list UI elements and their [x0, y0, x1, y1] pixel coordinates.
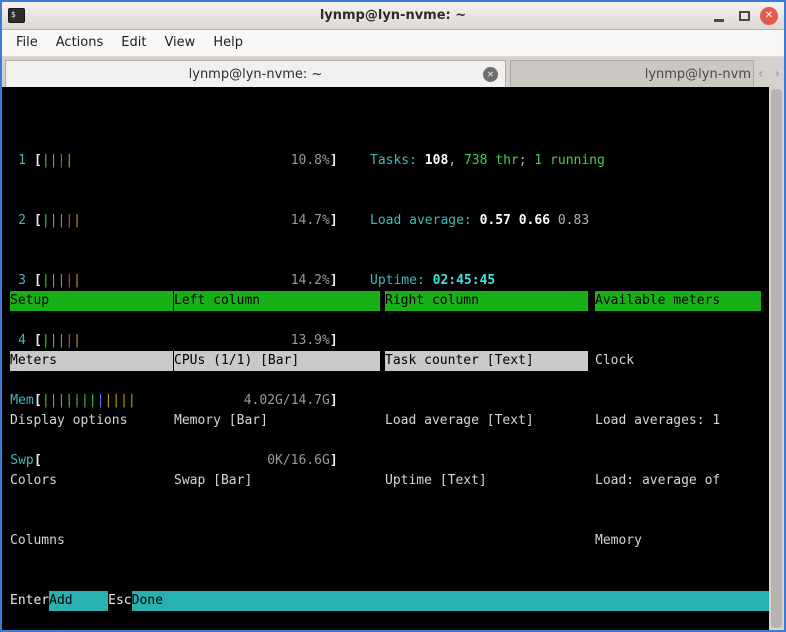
tab-scroll-right-icon[interactable]: › — [774, 66, 780, 82]
scrollbar-thumb[interactable] — [771, 89, 782, 628]
cpu-meter-1: 1[|||| 10.8%] — [10, 151, 338, 171]
available-meter-item[interactable]: Load averages: 1 — [595, 411, 761, 431]
meter-bars: ||||| — [42, 211, 81, 231]
panel-available-meters-header: Available meters — [595, 291, 761, 311]
tab-inactive[interactable]: lynmp@lyn-nvm — [510, 60, 754, 87]
meter-bars: |||| — [42, 151, 73, 171]
menu-help[interactable]: Help — [204, 30, 252, 56]
meter-bracket-close: ] — [330, 211, 338, 231]
terminal-screen[interactable]: 1[||||10.8%] 2[|||||14.7%] 3[|||||14.2%]… — [2, 87, 784, 630]
menu-edit[interactable]: Edit — [112, 30, 155, 56]
available-meter-item[interactable]: Load: average of — [595, 471, 761, 491]
cpu-meter-2: 2[||||| 14.7%] — [10, 211, 338, 231]
panel-right-column-header: Right column — [385, 291, 588, 311]
meter-bracket-close: ] — [330, 151, 338, 171]
left-column-item[interactable]: Memory [Bar] — [174, 411, 380, 431]
right-column-item[interactable]: Load average [Text] — [385, 411, 588, 431]
left-column-item[interactable]: CPUs (1/1) [Bar] — [174, 351, 380, 371]
titlebar[interactable]: $ lynmp@lyn-nvme: ~ ✕ — [2, 2, 784, 30]
tasks-line: Tasks: 108, 738 thr; 1 running — [370, 151, 605, 171]
panel-setup: Setup Meters Display options Colors Colu… — [10, 251, 173, 591]
terminal-window: $ lynmp@lyn-nvme: ~ ✕ File Actions Edit … — [0, 0, 786, 632]
terminal-app-icon-glyph: $ — [11, 10, 16, 19]
panel-left-column: Left column CPUs (1/1) [Bar] Memory [Bar… — [174, 251, 380, 531]
enter-key[interactable]: Enter — [10, 591, 49, 611]
esc-key[interactable]: Esc — [108, 591, 131, 611]
minimize-icon — [714, 19, 724, 22]
terminal-app-icon: $ — [8, 8, 25, 23]
menu-file[interactable]: File — [7, 30, 47, 56]
add-action[interactable]: Add — [49, 591, 108, 611]
window-title: lynmp@lyn-nvme: ~ — [2, 2, 784, 30]
menubar: File Actions Edit View Help — [2, 30, 784, 57]
maximize-icon — [739, 11, 750, 21]
menu-actions[interactable]: Actions — [47, 30, 113, 56]
tab-active[interactable]: lynmp@lyn-nvme: ~ ✕ — [5, 60, 506, 87]
done-action[interactable]: Done — [132, 591, 769, 611]
meter-label: 2 — [10, 211, 34, 231]
panel-left-column-header: Left column — [174, 291, 380, 311]
meter-value: 10.8% — [291, 151, 330, 171]
setup-item-columns[interactable]: Columns — [10, 531, 173, 551]
minimize-button[interactable] — [710, 7, 728, 25]
tab-close-button[interactable]: ✕ — [483, 67, 498, 82]
load-average-line: Load average: 0.57 0.66 0.83 — [370, 211, 605, 231]
tab-active-label: lynmp@lyn-nvme: ~ — [189, 67, 323, 82]
meter-bracket-open: [ — [34, 151, 42, 171]
tab-close-icon: ✕ — [487, 70, 494, 79]
function-bar: Enter Add Esc Done — [10, 591, 769, 611]
tab-scroll-arrows: ‹ › — [754, 60, 784, 87]
panel-setup-header: Setup — [10, 291, 173, 311]
setup-item-display-options[interactable]: Display options — [10, 411, 173, 431]
tabbar: lynmp@lyn-nvme: ~ ✕ lynmp@lyn-nvm ‹ › — [2, 57, 784, 87]
right-column-item[interactable]: Task counter [Text] — [385, 351, 588, 371]
meter-label: 1 — [10, 151, 34, 171]
panel-right-column: Right column Task counter [Text] Load av… — [385, 251, 588, 531]
right-column-item[interactable]: Uptime [Text] — [385, 471, 588, 491]
available-meter-item[interactable]: Clock — [595, 351, 761, 371]
panel-available-meters: Available meters Clock Load averages: 1 … — [595, 251, 761, 630]
close-icon: ✕ — [765, 10, 773, 21]
maximize-button[interactable] — [735, 7, 753, 25]
setup-item-colors[interactable]: Colors — [10, 471, 173, 491]
tab-scroll-left-icon[interactable]: ‹ — [758, 66, 764, 82]
tab-inactive-label: lynmp@lyn-nvm — [645, 67, 751, 82]
titlebar-buttons: ✕ — [710, 7, 778, 25]
setup-item-meters[interactable]: Meters — [10, 351, 173, 371]
meter-bracket-open: [ — [34, 211, 42, 231]
available-meter-item[interactable]: Memory — [595, 531, 761, 551]
menu-view[interactable]: View — [155, 30, 204, 56]
close-button[interactable]: ✕ — [760, 7, 778, 25]
left-column-item[interactable]: Swap [Bar] — [174, 471, 380, 491]
meter-value: 14.7% — [291, 211, 330, 231]
terminal-scrollbar[interactable] — [769, 87, 784, 630]
